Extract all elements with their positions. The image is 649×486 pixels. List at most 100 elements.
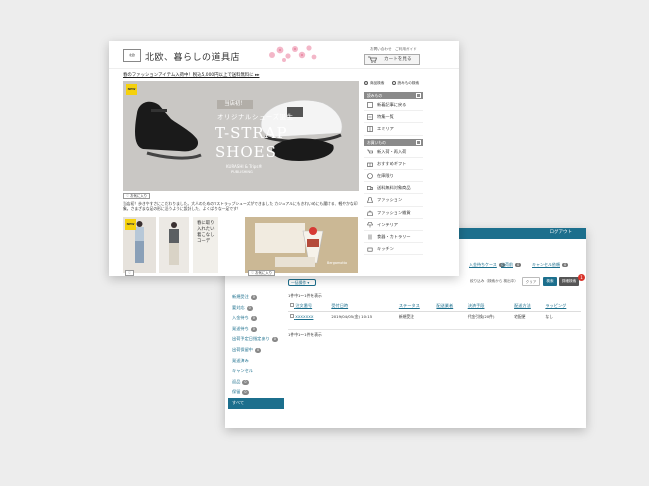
list-icon (367, 114, 373, 120)
thumbnail-article[interactable]: 春に取り入れたい着こなしコーデ (193, 217, 218, 273)
select-all-checkbox[interactable] (290, 303, 294, 307)
pot-icon (367, 247, 373, 252)
row-checkbox[interactable] (290, 314, 294, 318)
new-tag: NEW (125, 219, 136, 230)
thumbnail-fashion-1[interactable]: NEW (123, 217, 156, 273)
col-order-number[interactable]: 注文番号 (288, 301, 330, 312)
sidebar-item-new-arrivals[interactable]: 新入荷・再入荷 (364, 146, 423, 158)
order-number-cell[interactable]: XXXXXXX (288, 311, 330, 330)
hero-title-line2: SHOES (215, 143, 277, 161)
bag-icon (367, 210, 373, 216)
view-cart-button[interactable]: カートを見る (364, 54, 420, 65)
filter-cancel-request[interactable]: キャンセル依頼 0 (532, 262, 569, 268)
sidebar-head-shopping: お買いもの (364, 138, 423, 146)
sidebar-head-reading: 読みもの (364, 92, 423, 99)
wrapping-cell: なし (543, 311, 581, 330)
search-summary: 絞り込み（検索から 検出中） (470, 279, 518, 283)
sidebar-item-scheduled[interactable]: 出荷予定日指定あり 0 (228, 334, 284, 345)
payment-cell: 代金引換(20件) (465, 311, 513, 330)
sidebar-item-returned[interactable]: 返品 0 (228, 377, 284, 388)
book-icon (367, 126, 373, 133)
col-payment[interactable]: 決済手段 (465, 301, 513, 312)
cherry-blossom-icon (269, 45, 317, 62)
clear-button[interactable]: クリア (522, 277, 540, 286)
sidebar-item-awaiting-payment[interactable]: 入金待ち 0 (228, 313, 284, 324)
detail-search-button[interactable]: 詳細検索 (559, 277, 579, 286)
dress-icon (367, 197, 373, 204)
filter-pending-payment[interactable]: 入金待ちケース 0 (469, 262, 506, 268)
sidebar-item-hold[interactable]: 保留 0 (228, 387, 284, 398)
sidebar-item-limited-stock[interactable]: 在庫限り (364, 170, 423, 183)
hero-subtitle: オリジナルシューズ誕生 (217, 113, 294, 121)
sidebar-item-latest[interactable]: 新着記事に戻る (364, 99, 423, 112)
thumbnail-fashion-2[interactable] (159, 217, 189, 273)
col-carrier[interactable]: 配送業者 (434, 301, 466, 312)
sidebar-item-kitchen[interactable]: キッチン (364, 243, 423, 256)
cart-icon (367, 149, 373, 153)
cutlery-icon (368, 234, 372, 240)
status-cell: 新規受注 (396, 311, 435, 330)
shipping-method-cell: 宅配便 (512, 311, 544, 330)
col-wrapping[interactable]: ラッピング (543, 301, 581, 312)
collapse-icon[interactable] (416, 93, 421, 98)
sidebar-item-awaiting-shipment[interactable]: 発送待ち 0 (228, 324, 284, 335)
table-row[interactable]: XXXXXXX 2019/04/05(金) 10:15 新規受注 代金引換(20… (288, 311, 581, 330)
new-tag: NEW (126, 84, 137, 95)
sidebar-item-shipped[interactable]: 発送済み (228, 356, 284, 367)
hero-title-line1: T-STRAP (215, 124, 288, 142)
notification-badge: 1 (578, 274, 585, 281)
black-shoe-icon (135, 101, 202, 160)
sidebar-item-needs-action[interactable]: 要対応 0 (228, 303, 284, 314)
result-count: 1件中1〜1件を表示 (288, 293, 322, 298)
sidebar-item-all[interactable]: すべて (228, 397, 284, 409)
sidebar-item-tableware[interactable]: 食器・カトラリー (364, 231, 423, 244)
sidebar-item-fashion[interactable]: ファッション (364, 194, 423, 207)
sidebar-item-on-hold[interactable]: 出荷保留中 0 (228, 345, 284, 356)
radio-product-search[interactable] (364, 81, 368, 85)
col-status[interactable]: ステータス (396, 301, 435, 312)
announcement-link[interactable]: 春のファッションアイテム入荷中！税込5,000円以上で送料無料に ▸▸ (123, 72, 259, 78)
favorite-button[interactable]: ♡ (125, 270, 135, 276)
header-links[interactable]: お問い合わせ ご利用ガイド (370, 47, 417, 52)
hero-caption[interactable]: 当店初！歩きやすさにこだわりました。大人のためのTストラップシューズができました… (123, 201, 359, 212)
sidebar-item-gifts[interactable]: おすすめギフト (364, 158, 423, 170)
filter-before-shipping[interactable]: 出荷前 0 (501, 262, 522, 268)
favorite-button[interactable]: ♡ お気に入り (123, 193, 151, 199)
status-sidebar: 新規受注 0 要対応 0 入金待ち 0 発送待ち 0 出荷予定日指定あり 0 出荷保留中 0… (228, 292, 284, 409)
hero-credit-sub: PUBLISHING (231, 170, 253, 174)
thumbnail-dessert[interactable]: Bergamotto (245, 217, 358, 273)
collapse-icon[interactable] (416, 139, 421, 145)
shop-sidebar: 商品検索 読みもの検索 読みもの 新着記事に戻る 特集一覧 エミリア お買いもの… (364, 81, 423, 256)
hero-banner[interactable]: NEW 当店初！ オリジナルシューズ誕生 T-STRAP SHOES KURAS… (123, 81, 359, 191)
hero-credit: KURASHI & Trips® (226, 164, 263, 169)
cart-icon (368, 56, 377, 63)
shop-logo[interactable]: 北欧 (123, 49, 141, 62)
search-button[interactable]: 検索 (543, 277, 557, 286)
shop-header: 北欧 北欧、暮らしの道具店 お問い合わせ ご利用ガイド カートを見る (109, 41, 459, 69)
radio-article-search[interactable] (391, 81, 396, 85)
search-scope: 商品検索 読みもの検索 (364, 81, 423, 89)
sidebar-item-fashion-goods[interactable]: ファッション雑貨 (364, 207, 423, 219)
shop-title[interactable]: 北欧、暮らしの道具店 (145, 50, 240, 63)
sidebar-item-free-shipping[interactable]: 送料無料対象商品 (364, 182, 423, 195)
sidebar-item-interior[interactable]: インテリア (364, 219, 423, 231)
thumbnail-brand-tag: Bergamotto (327, 261, 348, 265)
sidebar-item-new[interactable]: 新規受注 0 (228, 292, 284, 303)
clock-icon (367, 173, 373, 179)
person-icon (169, 222, 179, 265)
col-received-at[interactable]: 受付日時 (329, 301, 397, 312)
sidebar-item-emilia[interactable]: エミリア (364, 123, 423, 136)
shop-window: 北欧 北欧、暮らしの道具店 お問い合わせ ご利用ガイド カートを見る 春のファッ… (109, 41, 459, 276)
sidebar-item-features[interactable]: 特集一覧 (364, 111, 423, 124)
sidebar-item-cancelled[interactable]: キャンセル (228, 366, 284, 377)
col-shipping-method[interactable]: 配送方法 (512, 301, 544, 312)
lamp-icon (367, 221, 373, 228)
gift-icon (367, 162, 373, 167)
document-icon (367, 102, 373, 108)
favorite-button[interactable]: ♡ お気に入り (248, 270, 276, 276)
result-count-bottom: 1件中1〜1件を表示 (288, 332, 322, 337)
orders-table: 注文番号 受付日時 ステータス 配送業者 決済手段 配送方法 ラッピング XXX… (288, 301, 581, 330)
bulk-action-select[interactable]: 一括操作 ▾ (288, 279, 316, 286)
received-at-cell: 2019/04/05(金) 10:15 (329, 311, 397, 330)
logout-link[interactable]: ログアウト (550, 229, 573, 235)
